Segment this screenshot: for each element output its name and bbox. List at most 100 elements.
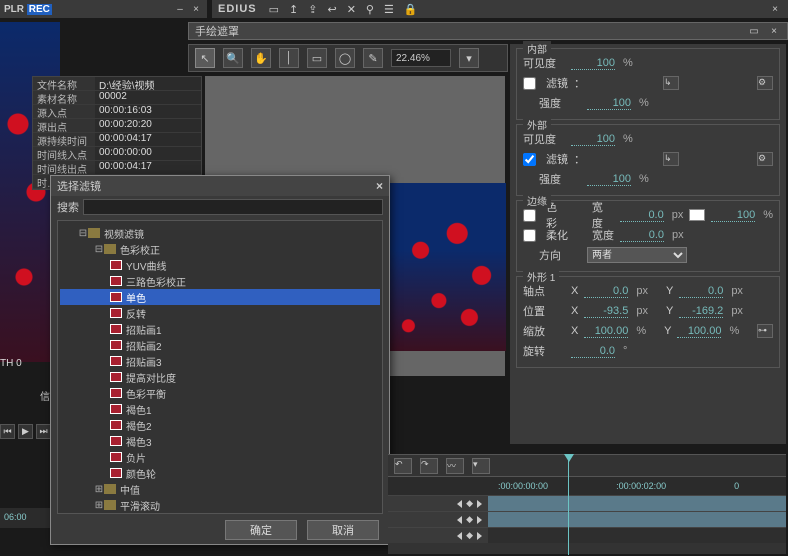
tree-item[interactable]: 提高对比度	[60, 369, 380, 385]
edge-soft-width[interactable]: 0.0	[620, 229, 664, 242]
track-lane[interactable]	[488, 496, 786, 511]
pen-tool[interactable]: ✎	[363, 48, 383, 68]
scale-x[interactable]: 100.00	[584, 325, 628, 338]
edge-direction-select[interactable]: 两者	[587, 247, 687, 263]
edius-logo: EDIUS	[218, 3, 257, 15]
line-tool[interactable]: │	[279, 48, 299, 68]
edius-close[interactable]: ×	[768, 2, 782, 16]
zoom-dropdown[interactable]: ▾	[459, 48, 479, 68]
timeline-ruler[interactable]: :00:00:00:00 :00:00:02:00 0	[388, 477, 786, 495]
new-icon[interactable]: ▭	[269, 3, 279, 16]
search-input[interactable]	[83, 199, 383, 215]
track-row: ◆	[388, 495, 786, 511]
inner-intensity[interactable]: 100	[587, 97, 631, 110]
tree-item[interactable]: 负片	[60, 449, 380, 465]
lock-icon[interactable]: 🔒	[404, 3, 418, 16]
outer-filter-checkbox[interactable]	[523, 153, 536, 166]
edge-color-checkbox[interactable]	[523, 209, 536, 222]
section-inner: 内部 可见度100% 滤镜：↳⚙ 强度100%	[516, 48, 780, 120]
edge-width[interactable]: 0.0	[620, 209, 664, 222]
cancel-button[interactable]: 取消	[307, 520, 379, 540]
edge-color-swatch[interactable]	[689, 209, 705, 221]
forward-button[interactable]: ⏭	[36, 424, 51, 439]
zoom-tool[interactable]: 🔍	[223, 48, 243, 68]
mask-close[interactable]: ×	[767, 24, 781, 38]
tree-item[interactable]: 色彩平衡	[60, 385, 380, 401]
pos-x[interactable]: -93.5	[584, 305, 628, 318]
hand-tool[interactable]: ✋	[251, 48, 271, 68]
next-key-icon[interactable]	[477, 500, 482, 508]
scale-y[interactable]: 100.00	[677, 325, 721, 338]
ruler-tick-0: :00:00:00:00	[498, 481, 548, 491]
inner-visibility[interactable]: 100	[571, 57, 615, 70]
key-toggle[interactable]: ◆	[466, 498, 473, 509]
ruler-tick-2: 0	[734, 481, 739, 491]
tree-item[interactable]: 颜色轮	[60, 465, 380, 481]
outer-filter-settings[interactable]: ⚙	[757, 152, 773, 166]
mask-restore[interactable]: ▭	[747, 24, 761, 38]
preview-image	[384, 183, 506, 351]
open-icon[interactable]: ↥	[289, 3, 298, 16]
zoom-input[interactable]	[391, 49, 451, 67]
save-icon[interactable]: ⇪	[308, 3, 317, 16]
tree-item[interactable]: 褐色1	[60, 401, 380, 417]
inner-filter-checkbox[interactable]	[523, 77, 536, 90]
inner-filter-browse[interactable]: ↳	[663, 76, 679, 90]
inner-filter-settings[interactable]: ⚙	[757, 76, 773, 90]
tree-item[interactable]: 褐色2	[60, 417, 380, 433]
prop-val: D:\经验\视频	[95, 77, 201, 90]
plr-logo: PLR REC	[4, 4, 52, 15]
dialog-titlebar[interactable]: 选择滤镜 ×	[51, 176, 389, 196]
playhead[interactable]	[568, 455, 569, 555]
tree-item[interactable]: 招贴画2	[60, 337, 380, 353]
ellipse-tool[interactable]: ◯	[335, 48, 355, 68]
edge-color-pct[interactable]: 100	[711, 209, 755, 222]
edge-soft-checkbox[interactable]	[523, 229, 536, 242]
anchor-y[interactable]: 0.0	[679, 285, 723, 298]
tl-redo[interactable]: ↷	[420, 458, 438, 474]
rect-tool[interactable]: ▭	[307, 48, 327, 68]
tree-item-median[interactable]: ⊞中值	[60, 481, 380, 497]
tree-item[interactable]: YUV曲线	[60, 257, 380, 273]
outer-filter-browse[interactable]: ↳	[663, 152, 679, 166]
cut-icon[interactable]: ✕	[347, 3, 356, 16]
edius-titlebar: EDIUS ▭ ↥ ⇪ ↩ ✕ ⚲ ☰ 🔒 ×	[212, 0, 788, 18]
outer-visibility[interactable]: 100	[571, 133, 615, 146]
tl-undo[interactable]: ↶	[394, 458, 412, 474]
tree-item[interactable]: 三路色彩校正	[60, 273, 380, 289]
undo-icon[interactable]: ↩	[327, 3, 336, 16]
ok-button[interactable]: 确定	[225, 520, 297, 540]
select-filter-dialog: 选择滤镜 × 搜索 ⊟视频滤镜 ⊟色彩校正 YUV曲线三路色彩校正单色反转招贴画…	[50, 175, 390, 545]
play-button[interactable]: ▶	[18, 424, 33, 439]
rewind-button[interactable]: ⏮	[0, 424, 15, 439]
filter-tree[interactable]: ⊟视频滤镜 ⊟色彩校正 YUV曲线三路色彩校正单色反转招贴画1招贴画2招贴画3提…	[57, 220, 383, 514]
mini-timeline: 06:00	[0, 508, 55, 528]
prev-key-icon[interactable]	[457, 500, 462, 508]
plr-minimize[interactable]: –	[173, 2, 187, 16]
tree-folder-video-filters[interactable]: ⊟视频滤镜	[60, 225, 380, 241]
pointer-tool[interactable]: ↖	[195, 48, 215, 68]
section-shape: 外形 1 轴点X0.0pxY0.0px 位置X-93.5pxY-169.2px …	[516, 276, 780, 368]
dialog-title: 选择滤镜	[57, 178, 101, 194]
rotate[interactable]: 0.0	[571, 345, 615, 358]
scale-link[interactable]: ⊶	[757, 324, 773, 338]
tl-dropdown[interactable]: ▾	[472, 458, 490, 474]
tree-item[interactable]: 反转	[60, 305, 380, 321]
outer-intensity[interactable]: 100	[587, 173, 631, 186]
tree-folder-color-correction[interactable]: ⊟色彩校正	[60, 241, 380, 257]
ruler-tick-1: :00:00:02:00	[616, 481, 666, 491]
tl-graph[interactable]: 〰	[446, 458, 464, 474]
plr-close[interactable]: ×	[189, 2, 203, 16]
tree-item[interactable]: 褐色3	[60, 433, 380, 449]
anchor-x[interactable]: 0.0	[584, 285, 628, 298]
dialog-close[interactable]: ×	[376, 179, 383, 193]
search-icon[interactable]: ⚲	[366, 3, 374, 16]
prop-key: 文件名称	[33, 77, 95, 90]
tree-item-tail2[interactable]: ⊞平滑滚动	[60, 497, 380, 513]
settings-icon[interactable]: ☰	[384, 3, 394, 16]
tree-item[interactable]: 招贴画1	[60, 321, 380, 337]
pos-y[interactable]: -169.2	[679, 305, 723, 318]
tree-item[interactable]: 招贴画3	[60, 353, 380, 369]
tree-item[interactable]: 单色	[60, 289, 380, 305]
search-label: 搜索	[57, 199, 79, 215]
